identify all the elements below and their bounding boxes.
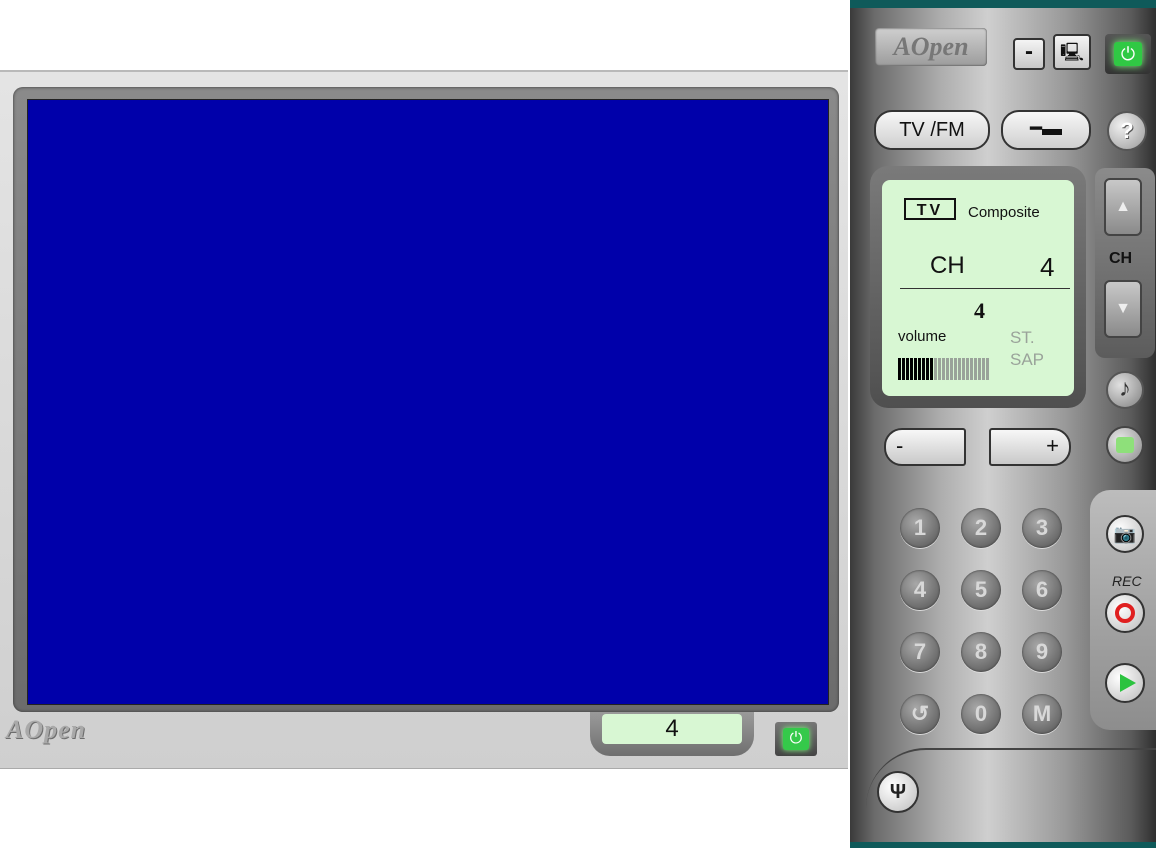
- lcd-volume-number: 4: [974, 298, 985, 323]
- tv-logo: AOpen: [6, 714, 86, 746]
- tv-logo-text: AOpen: [6, 715, 87, 744]
- channel-down-button[interactable]: ▼: [1104, 280, 1142, 338]
- volume-down-button[interactable]: -: [884, 428, 966, 466]
- lcd-channel-label: CH: [930, 252, 965, 279]
- key-recall[interactable]: ↺: [900, 694, 940, 734]
- speaker-icon: [1116, 437, 1134, 453]
- lcd-display: TV Composite CH 4 4 volume ST. SAP: [882, 180, 1074, 396]
- volume-segment: [946, 358, 949, 380]
- key-4[interactable]: 4: [900, 570, 940, 610]
- volume-segment: [982, 358, 985, 380]
- key-2[interactable]: 2: [961, 508, 1001, 548]
- volume-segment: [902, 358, 905, 380]
- power-icon: ⏻: [783, 728, 809, 750]
- lcd-sap-indicator: SAP: [1010, 350, 1045, 369]
- key-0[interactable]: 0: [961, 694, 1001, 734]
- minimize-button[interactable]: -: [1013, 38, 1045, 70]
- play-icon: [1120, 674, 1136, 692]
- volume-segment: [918, 358, 921, 380]
- music-note-icon: ♪: [1119, 375, 1131, 402]
- settings-button[interactable]: Ψ: [877, 771, 919, 813]
- volume-segment: [962, 358, 965, 380]
- volume-segment: [934, 358, 937, 380]
- remote-body: AOpen - 🖳 ⏻ TV /FM ━▬ ? TV Composite CH …: [850, 0, 1156, 848]
- chevron-down-icon: ▼: [1115, 300, 1131, 317]
- display-settings-icon: 🖳: [1059, 42, 1084, 62]
- volume-up-button[interactable]: +: [989, 428, 1071, 466]
- channel-control-label: CH: [1109, 250, 1133, 267]
- key-6[interactable]: 6: [1022, 570, 1062, 610]
- display-settings-button[interactable]: 🖳: [1053, 34, 1091, 70]
- lcd-frame: TV Composite CH 4 4 volume ST. SAP: [870, 166, 1086, 408]
- play-button[interactable]: [1105, 663, 1145, 703]
- volume-segment: [898, 358, 901, 380]
- key-memory[interactable]: M: [1022, 694, 1062, 734]
- power-icon: ⏻: [1114, 42, 1142, 66]
- tv-bezel: [13, 87, 839, 712]
- key-8[interactable]: 8: [961, 632, 1001, 672]
- volume-segment: [942, 358, 945, 380]
- volume-segment: [914, 358, 917, 380]
- snapshot-button[interactable]: 📷: [1106, 515, 1144, 553]
- key-5[interactable]: 5: [961, 570, 1001, 610]
- volume-segment: [926, 358, 929, 380]
- lcd-stereo-indicator: ST.: [1010, 328, 1035, 347]
- volume-segment: [910, 358, 913, 380]
- tv-channel-display: 4: [602, 714, 742, 744]
- minimize-icon: -: [1025, 38, 1033, 65]
- key-9[interactable]: 9: [1022, 632, 1062, 672]
- input-source-button[interactable]: ━▬: [1001, 110, 1091, 150]
- mute-button[interactable]: [1106, 426, 1144, 464]
- volume-down-label: -: [896, 433, 904, 458]
- tv-window: AOpen 4 ⏻: [0, 70, 848, 769]
- lcd-source-badge: TV: [904, 198, 956, 220]
- volume-segment: [986, 358, 989, 380]
- lcd-volume-label: volume: [898, 328, 947, 345]
- help-button[interactable]: ?: [1107, 111, 1147, 151]
- audio-mode-button[interactable]: ♪: [1106, 371, 1144, 409]
- remote-logo: AOpen: [875, 28, 987, 66]
- volume-segment: [978, 358, 981, 380]
- tv-channel-frame: 4: [590, 712, 754, 756]
- record-icon: [1115, 603, 1135, 623]
- wrench-icon: Ψ: [889, 781, 907, 803]
- help-icon: ?: [1120, 118, 1134, 143]
- volume-segment: [970, 358, 973, 380]
- tv-power-button[interactable]: ⏻: [775, 722, 817, 756]
- volume-segment: [954, 358, 957, 380]
- channel-up-button[interactable]: ▲: [1104, 178, 1142, 236]
- video-screen[interactable]: [27, 99, 829, 705]
- lcd-channel-number: 4: [1040, 252, 1055, 282]
- lcd-source-name: Composite: [968, 204, 1040, 221]
- chevron-up-icon: ▲: [1115, 198, 1131, 215]
- volume-segment: [950, 358, 953, 380]
- key-3[interactable]: 3: [1022, 508, 1062, 548]
- lcd-divider: [900, 288, 1070, 289]
- volume-level-bar: [898, 358, 990, 380]
- volume-segment: [930, 358, 933, 380]
- volume-segment: [922, 358, 925, 380]
- key-1[interactable]: 1: [900, 508, 940, 548]
- key-7[interactable]: 7: [900, 632, 940, 672]
- remote-power-button[interactable]: ⏻: [1105, 34, 1151, 74]
- record-button[interactable]: [1105, 593, 1145, 633]
- volume-segment: [974, 358, 977, 380]
- channel-control: ▲ CH ▼: [1095, 168, 1155, 358]
- camera-icon: 📷: [1113, 524, 1137, 544]
- tv-fm-button[interactable]: TV /FM: [874, 110, 990, 150]
- remote-panel: AOpen - 🖳 ⏻ TV /FM ━▬ ? TV Composite CH …: [848, 0, 1159, 848]
- volume-segment: [938, 358, 941, 380]
- volume-segment: [966, 358, 969, 380]
- record-label: REC: [1112, 573, 1142, 589]
- cable-plug-icon: ━▬: [1029, 118, 1063, 140]
- volume-segment: [906, 358, 909, 380]
- volume-segment: [958, 358, 961, 380]
- volume-up-label: +: [1046, 433, 1059, 458]
